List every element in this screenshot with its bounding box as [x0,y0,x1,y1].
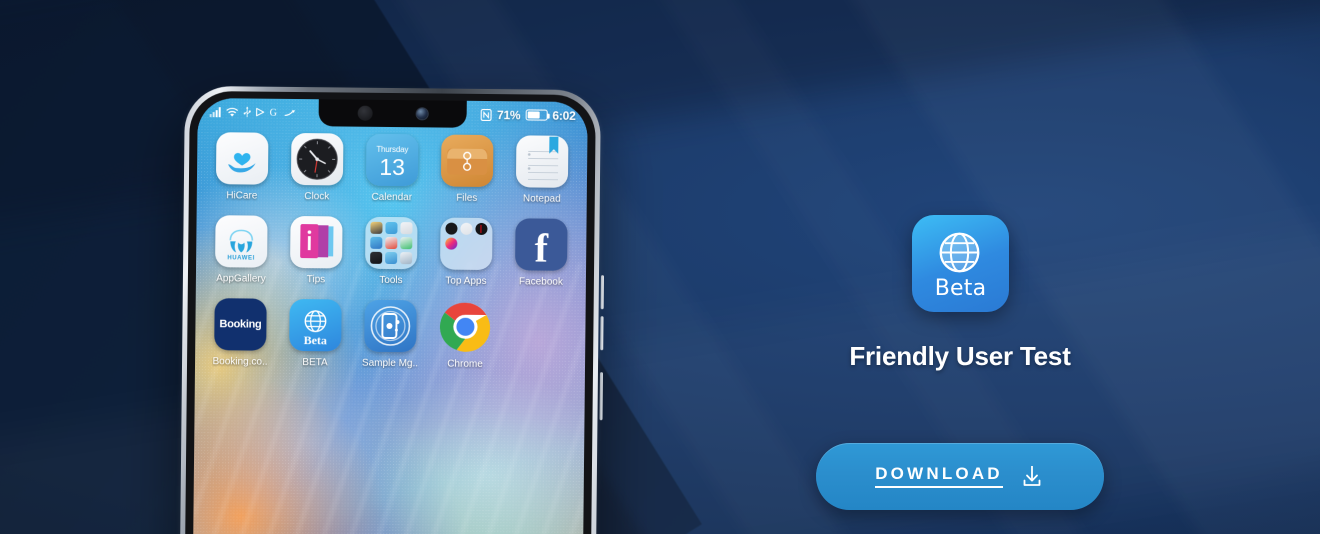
beta-icon-label: Beta [934,276,987,301]
app-label: Notepad [522,193,561,205]
facebook-glyph: f [534,225,549,271]
phone-device: G 71% 6:02 HiCare Clock Thursday 13 Cale… [179,85,604,534]
google-g-icon: G [270,107,280,118]
app-label: BETA [302,357,328,369]
app-files[interactable]: Files [430,134,505,204]
tools-folder-icon [365,216,418,270]
app-sample-manager[interactable]: Sample Mg.. [353,299,428,370]
app-tips[interactable]: Tips [279,215,354,286]
booking-icon: Booking [214,298,267,351]
files-icon [440,134,494,188]
promo-panel: Beta Friendly User Test DOWNLOAD [760,0,1160,534]
globe-icon [304,310,327,333]
battery-percent-label: 71% [496,107,521,122]
app-row-2: HUAWEI AppGallery Tips Tools Top Apps f … [204,215,579,288]
app-label: Tips [306,274,326,286]
facebook-icon: f [515,218,568,271]
app-clock[interactable]: Clock [280,132,355,203]
app-label: AppGallery [216,273,266,285]
volume-down-button[interactable] [600,316,604,351]
app-folder-top-apps[interactable]: Top Apps [429,217,504,287]
booking-glyph: Booking [219,318,262,331]
top-apps-folder-icon [440,217,493,271]
clock-icon [290,132,344,186]
app-label: HiCare [226,190,258,202]
app-folder-tools[interactable]: Tools [354,216,429,287]
signal-bars-icon [209,106,221,117]
app-label: Clock [304,191,330,203]
app-slot-empty [503,301,578,371]
play-icon [256,107,265,117]
svg-text:G: G [270,108,277,118]
app-label: Booking.co.. [212,356,268,368]
battery-charging-icon [525,109,548,121]
app-appgallery[interactable]: HUAWEI AppGallery [204,215,279,285]
wifi-icon [226,107,239,117]
app-row-1: HiCare Clock Thursday 13 Calendar Files … [205,132,580,205]
huawei-appgallery-icon: HUAWEI [215,215,268,268]
nfc-icon [481,108,493,121]
app-label: Top Apps [445,275,487,288]
calendar-date: 13 [379,153,406,181]
app-label: Tools [379,274,403,287]
page-title: Friendly User Test [849,341,1071,371]
volume-up-button[interactable] [600,275,604,310]
download-button-label: DOWNLOAD [875,465,1003,488]
phone-notch [318,99,467,128]
status-bar-time: 6:02 [552,108,576,123]
app-facebook[interactable]: f Facebook [504,218,579,288]
beta-glyph: Beta [303,333,328,348]
phone-bezel: G 71% 6:02 HiCare Clock Thursday 13 Cale… [184,90,596,534]
huawei-brand-label: HUAWEI [227,254,255,262]
sample-manager-icon [364,299,417,353]
app-label: Files [456,192,478,204]
home-screen-app-grid: HiCare Clock Thursday 13 Calendar Files … [195,132,588,385]
calendar-icon: Thursday 13 [365,133,419,187]
notepad-icon [515,135,569,188]
phone-screen: G 71% 6:02 HiCare Clock Thursday 13 Cale… [192,97,588,534]
app-calendar[interactable]: Thursday 13 Calendar [355,133,430,204]
download-button[interactable]: DOWNLOAD [816,443,1104,510]
earpiece-speaker-icon [357,105,373,121]
app-row-3: Booking Booking.co.. Beta BETA Sample Mg… [203,298,578,371]
globe-icon [939,232,979,273]
app-chrome[interactable]: Chrome [428,300,503,370]
tips-icon [290,215,343,269]
app-label: Sample Mg.. [361,357,419,370]
download-arrow-icon [1023,465,1041,486]
beta-app-icon: Beta [289,298,342,352]
beta-product-icon: Beta [912,215,1009,312]
hicare-icon [215,132,269,185]
arrow-icon [284,108,296,116]
app-label: Facebook [518,276,563,288]
chrome-icon [439,301,492,354]
app-label: Calendar [371,191,413,204]
app-hicare[interactable]: HiCare [205,132,280,202]
power-button[interactable] [599,372,603,421]
app-beta[interactable]: Beta BETA [278,298,353,369]
front-camera-icon [416,108,428,120]
app-notepad[interactable]: Notepad [505,135,580,205]
usb-icon [243,106,251,118]
app-booking[interactable]: Booking Booking.co.. [203,298,278,368]
app-label: Chrome [447,358,483,370]
